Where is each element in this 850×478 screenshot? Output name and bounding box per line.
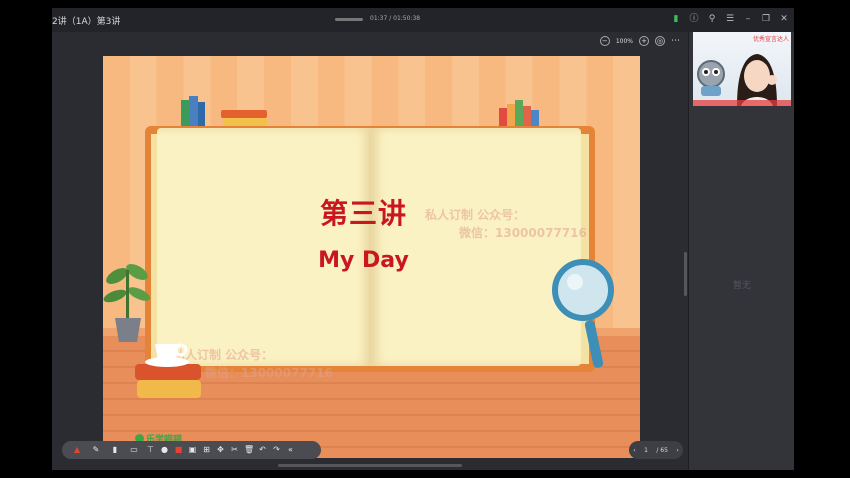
- signal-icon: ▮: [673, 14, 679, 24]
- vertical-scrollbar[interactable]: [684, 252, 687, 296]
- video-caption: 优秀宣言达人: [753, 36, 790, 43]
- window-title: 2讲（1A）第3讲: [52, 17, 121, 27]
- restore-icon[interactable]: ❐: [760, 12, 772, 26]
- info-icon[interactable]: ⓘ: [688, 12, 700, 26]
- slide-canvas: 第三讲 My Day 私人订制 公众号： 微信：13000077716 私人订制…: [103, 56, 640, 458]
- pen-icon[interactable]: ✎: [89, 445, 103, 455]
- minimize-icon[interactable]: –: [742, 12, 754, 26]
- color-icon[interactable]: ■: [174, 445, 183, 455]
- fit-screen-icon[interactable]: ◎: [655, 36, 665, 46]
- magnifier-icon: [552, 259, 614, 368]
- shape-icon[interactable]: ⊤: [146, 445, 155, 455]
- teacher-avatar: [737, 54, 777, 106]
- presentation-stage: − 100% + ◎ ⋯ 第三讲 My Day 私人订制 公众号： 微信：130…: [52, 32, 688, 470]
- zoom-in-icon[interactable]: +: [639, 36, 649, 46]
- total-slides: / 65: [656, 446, 668, 454]
- annotation-toolbar: ▲ ✎ ▮ ▭ ⊤ ● ■ ▣ ⊞ ✥ ✂ 🗑 ↶ ↷ «: [62, 441, 321, 459]
- books-left-icon: [181, 96, 267, 128]
- pointer-icon[interactable]: ▲: [70, 445, 84, 455]
- close-icon[interactable]: ✕: [778, 12, 790, 26]
- delete-icon[interactable]: 🗑: [244, 445, 254, 455]
- books-right-icon: [499, 100, 539, 128]
- app-window: 2讲（1A）第3讲 01:37 / 01:50:38 ▮ ⓘ ⚲ ☰ – ❐ ✕…: [52, 8, 794, 470]
- book-page-right: [369, 128, 581, 366]
- zoom-controls: − 100% + ◎ ⋯: [599, 36, 680, 46]
- video-ticker: [693, 100, 791, 106]
- playback-time: 01:37 / 01:50:38: [370, 15, 421, 22]
- book-stack-teacup-icon: [135, 343, 201, 398]
- eraser-icon[interactable]: ▭: [127, 445, 141, 455]
- next-slide-icon[interactable]: ›: [676, 447, 678, 454]
- watermark-1a: 私人订制 公众号：: [425, 208, 526, 222]
- watermark-1b: 微信：13000077716: [459, 226, 587, 240]
- watermark-2b: 微信：13000077716: [205, 366, 333, 380]
- side-panel: 优秀宣言达人 暂无: [688, 32, 794, 470]
- zoom-out-icon[interactable]: −: [599, 36, 610, 46]
- title-bar: 2讲（1A）第3讲 01:37 / 01:50:38 ▮ ⓘ ⚲ ☰ – ❐ ✕: [52, 8, 794, 32]
- grid-icon[interactable]: ⊞: [202, 445, 211, 455]
- fill-icon[interactable]: ▣: [188, 445, 197, 455]
- slide-pager: ‹ 1 / 65 ›: [629, 441, 683, 459]
- highlighter-icon[interactable]: ▮: [108, 445, 122, 455]
- window-controls: ▮ ⓘ ⚲ ☰ – ❐ ✕: [670, 12, 790, 26]
- playback-progress-bar[interactable]: [335, 18, 363, 21]
- redo-icon[interactable]: ↷: [272, 445, 281, 455]
- cartoon-mascot-icon: [697, 60, 725, 96]
- zoom-level: 100%: [615, 37, 633, 45]
- undo-icon[interactable]: ↶: [258, 445, 267, 455]
- move-icon[interactable]: ✥: [216, 445, 225, 455]
- collapse-icon[interactable]: «: [286, 445, 295, 455]
- teacher-video[interactable]: 优秀宣言达人: [693, 32, 791, 106]
- current-slide-number: 1: [644, 446, 648, 454]
- prev-slide-icon[interactable]: ‹: [633, 447, 635, 454]
- menu-icon[interactable]: ☰: [724, 12, 736, 26]
- pin-icon[interactable]: ⚲: [706, 12, 718, 26]
- horizontal-scrollbar[interactable]: [278, 464, 462, 467]
- side-panel-empty-label: 暂无: [732, 281, 751, 291]
- cut-icon[interactable]: ✂: [230, 445, 239, 455]
- more-icon[interactable]: ⋯: [671, 36, 680, 46]
- text-icon[interactable]: ●: [160, 445, 169, 455]
